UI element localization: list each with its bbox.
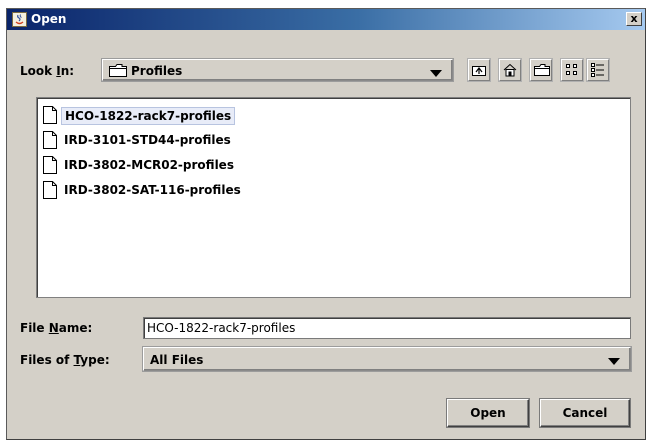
file-list[interactable]: HCO-1822-rack7-profiles IRD-3101-STD44-p…: [36, 97, 631, 298]
look-in-label: Look In:: [20, 64, 75, 78]
up-one-level-button[interactable]: [468, 59, 490, 81]
file-name: IRD-3101-STD44-profiles: [64, 133, 231, 147]
chevron-down-icon: [430, 70, 442, 77]
file-type-value: All Files: [150, 353, 204, 367]
folder-icon: [109, 64, 127, 80]
chevron-down-icon: [608, 358, 620, 365]
list-view-button[interactable]: [561, 59, 583, 81]
up-folder-icon: [472, 66, 486, 76]
file-name-field-box: [143, 317, 631, 339]
details-view-button[interactable]: [587, 59, 609, 81]
details-view-icon: [591, 63, 604, 77]
list-view-icon: [566, 64, 577, 75]
file-icon: [43, 156, 57, 177]
look-in-combo[interactable]: Profiles: [102, 59, 453, 81]
file-name-input[interactable]: [147, 320, 617, 336]
file-type-combo[interactable]: All Files: [143, 347, 631, 371]
window-title: Open: [31, 12, 67, 26]
file-icon: [43, 131, 57, 152]
file-name-label: File Name:: [20, 321, 93, 335]
cancel-button[interactable]: Cancel: [540, 399, 630, 427]
file-icon: [43, 181, 57, 202]
new-folder-button[interactable]: [530, 59, 552, 81]
open-dialog: Open x Look In: Profiles HCO-1822-rack7-…: [6, 8, 646, 440]
home-button[interactable]: [499, 59, 521, 81]
open-button[interactable]: Open: [447, 399, 529, 427]
file-name: IRD-3802-MCR02-profiles: [64, 158, 234, 172]
file-name: HCO-1822-rack7-profiles: [61, 107, 236, 125]
file-name: IRD-3802-SAT-116-profiles: [64, 183, 241, 197]
java-app-icon: [12, 12, 27, 27]
file-type-label: Files of Type:: [20, 353, 110, 367]
new-folder-icon: [534, 64, 550, 76]
close-button[interactable]: x: [626, 12, 642, 26]
home-icon: [503, 63, 517, 77]
look-in-value: Profiles: [131, 64, 183, 78]
title-bar[interactable]: Open x: [7, 9, 645, 30]
file-icon: [43, 106, 57, 127]
